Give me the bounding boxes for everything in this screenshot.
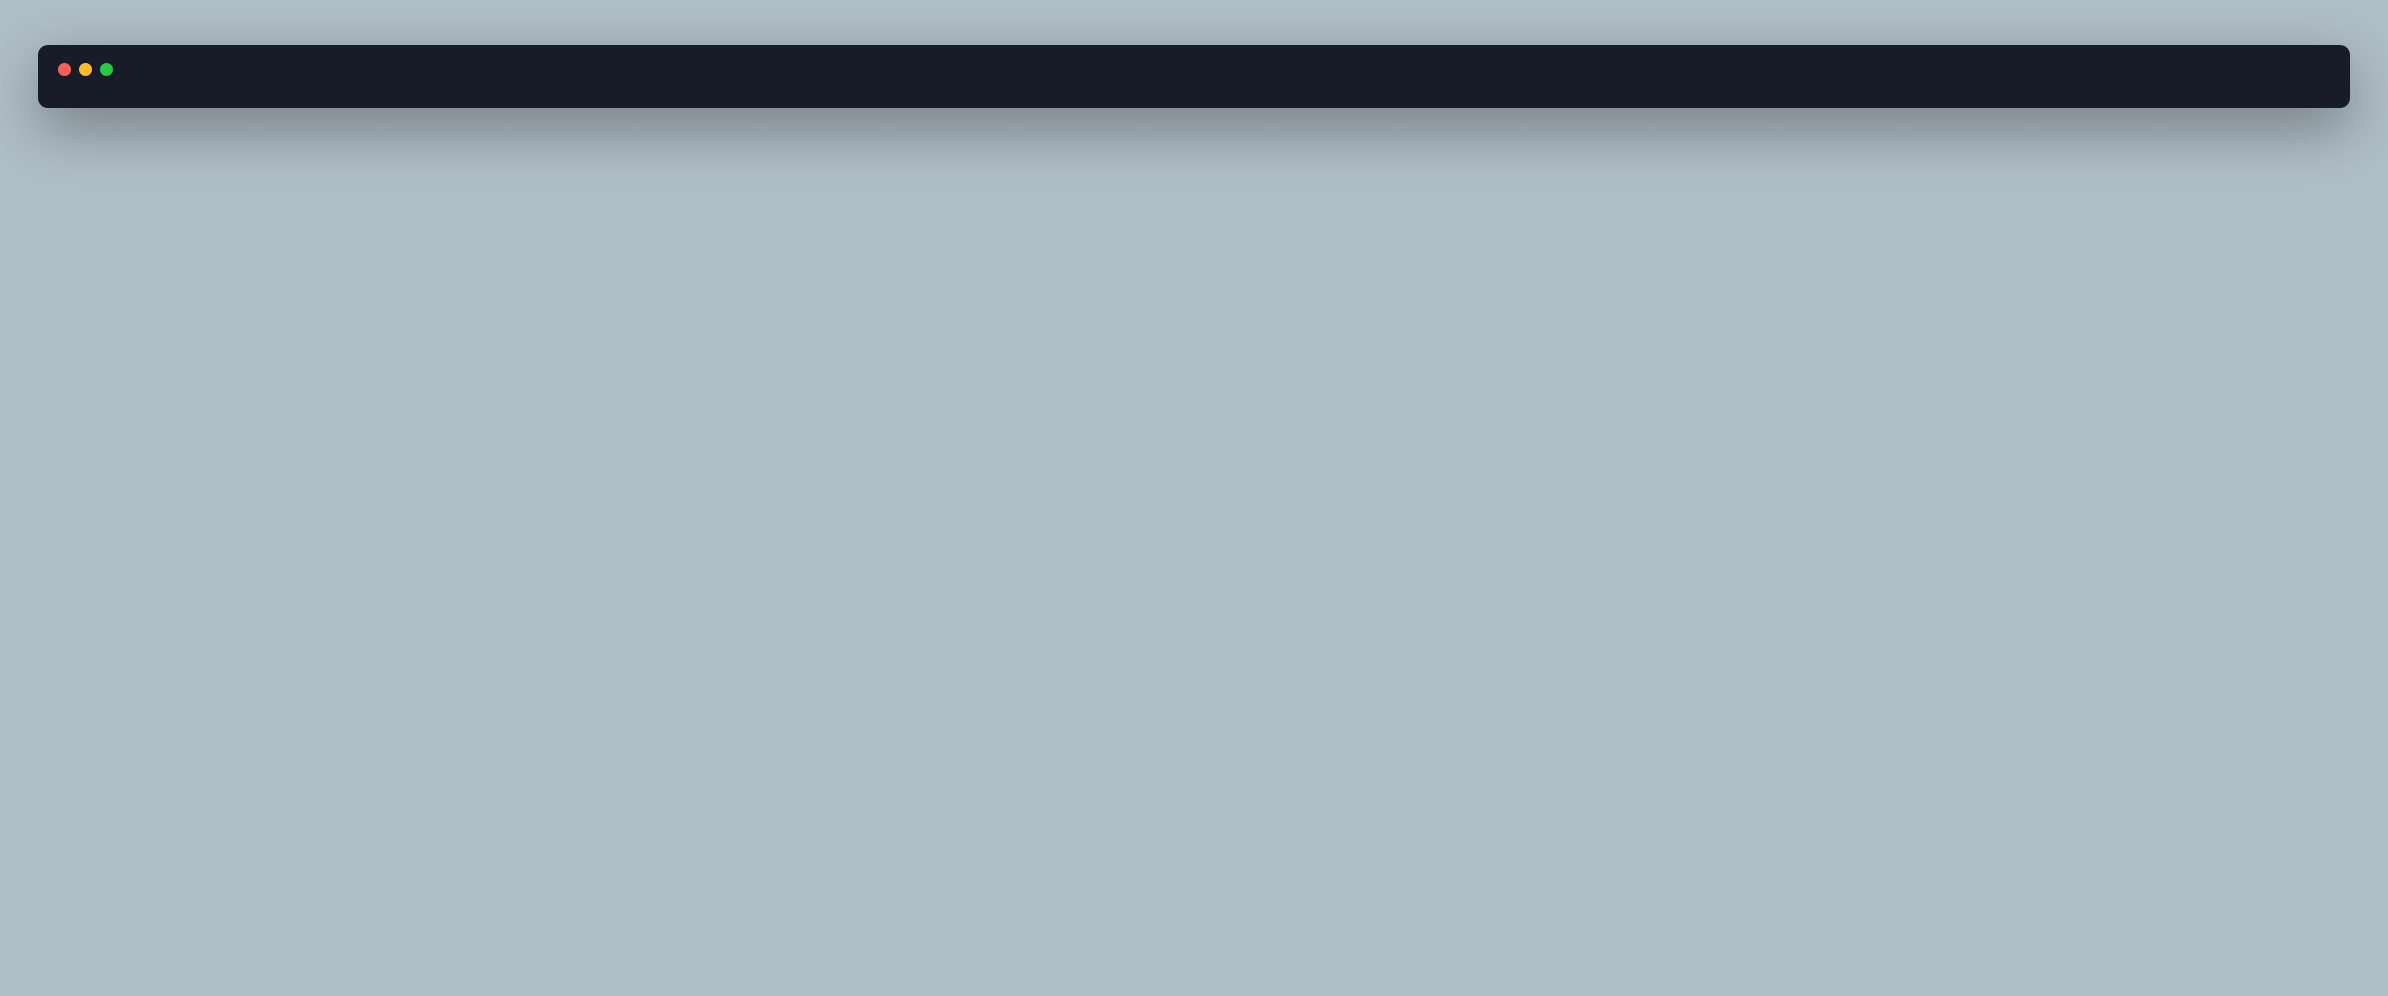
close-icon[interactable] [58, 63, 71, 76]
window-title-bar [38, 45, 2350, 84]
minimize-icon[interactable] [79, 63, 92, 76]
maximize-icon[interactable] [100, 63, 113, 76]
code-area[interactable] [38, 84, 2350, 108]
code-editor-window [38, 45, 2350, 108]
